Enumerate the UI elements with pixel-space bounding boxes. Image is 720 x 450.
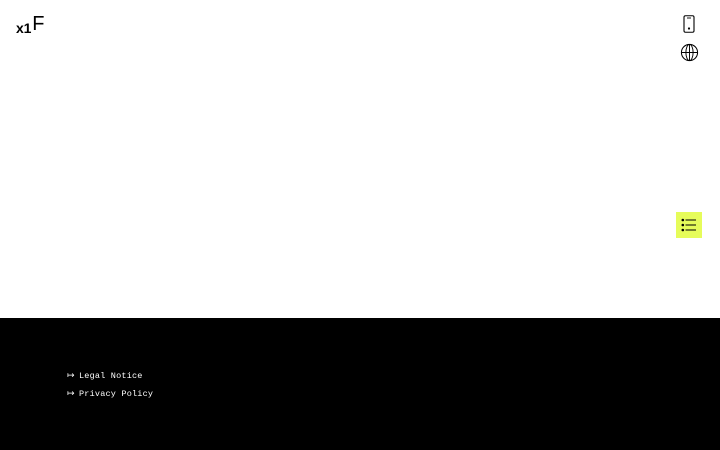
- legal-notice-link[interactable]: ↦ Legal Notice: [67, 367, 153, 385]
- logo-mark: F: [32, 13, 45, 35]
- footer: ↦ Legal Notice ↦ Privacy Policy: [0, 318, 720, 450]
- language-button[interactable]: [677, 40, 701, 64]
- footer-links: ↦ Legal Notice ↦ Privacy Policy: [67, 367, 153, 403]
- list-icon: [681, 218, 696, 232]
- privacy-policy-label: Privacy Policy: [79, 389, 154, 399]
- legal-notice-label: Legal Notice: [79, 371, 143, 381]
- smartphone-icon: [683, 15, 695, 33]
- table-of-contents-button[interactable]: [676, 212, 702, 238]
- globe-icon: [680, 43, 698, 61]
- logo-prefix: x1: [16, 20, 32, 36]
- privacy-policy-link[interactable]: ↦ Privacy Policy: [67, 385, 153, 403]
- device-toggle-button[interactable]: [677, 12, 701, 36]
- arrow-right-icon: ↦: [67, 370, 75, 381]
- site-logo[interactable]: x1 F: [16, 13, 44, 35]
- arrow-right-icon: ↦: [67, 388, 75, 399]
